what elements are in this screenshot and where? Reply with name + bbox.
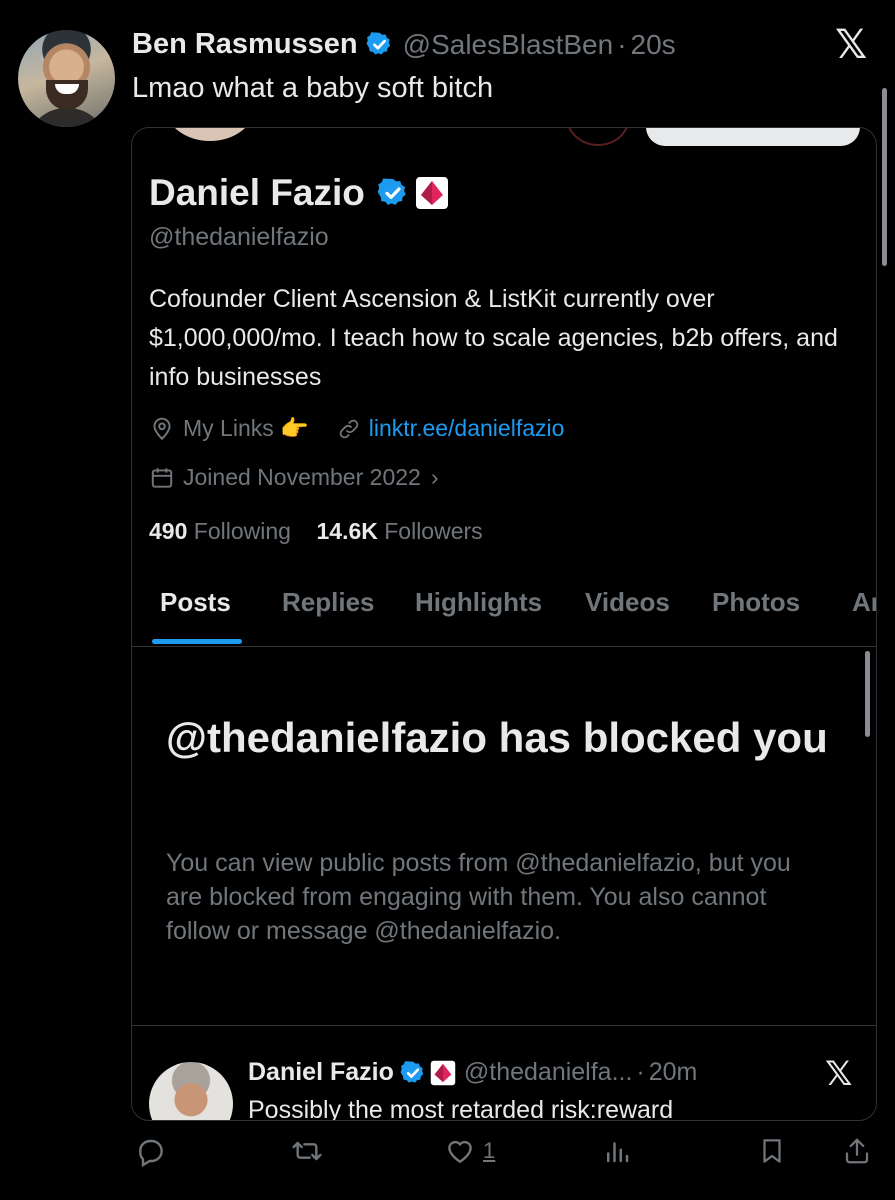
author-avatar[interactable] — [18, 30, 115, 127]
verified-badge-icon — [366, 32, 390, 55]
profile-action-circle — [566, 128, 630, 146]
page-scrollbar[interactable] — [882, 88, 887, 266]
location-icon — [153, 417, 171, 440]
tab-videos: Videos — [585, 587, 670, 617]
link-icon — [339, 419, 359, 438]
profile-joined-row: Joined November 2022 › — [149, 464, 439, 491]
following-count: 490 — [149, 518, 188, 544]
reply-icon — [139, 1139, 163, 1167]
following-label: Following — [193, 518, 291, 544]
blocked-title: @thedanielfazio has blocked you — [166, 714, 828, 761]
verified-badge-icon — [400, 1060, 424, 1083]
tabs-divider — [132, 646, 876, 647]
like-button[interactable]: 1 — [443, 1135, 495, 1167]
profile-avatar — [162, 128, 258, 144]
like-count: 1 — [483, 1138, 496, 1163]
repost-icon — [292, 1141, 322, 1161]
inner-post-separator: · — [636, 1058, 645, 1086]
heart-icon — [448, 1140, 472, 1164]
tab-articles: Ar — [852, 587, 876, 617]
tweet-header: Ben Rasmussen @SalesBlastBen · 20s — [132, 28, 676, 61]
follow-stats: 490 Following 14.6K Followers — [149, 518, 483, 545]
affiliate-badge-icon — [415, 177, 448, 209]
profile-tabs: Posts Replies Highlights Videos Photos A… — [132, 583, 876, 647]
x-logo-icon: 𝕏 — [825, 1054, 853, 1094]
blocked-message: You can view public posts from @thedanie… — [166, 849, 791, 945]
tab-replies: Replies — [282, 587, 375, 617]
x-logo-icon: 𝕏 — [835, 22, 868, 68]
profile-name-row: Daniel Fazio — [149, 172, 449, 214]
inner-post-name: Daniel Fazio — [248, 1058, 394, 1086]
profile-follow-button — [646, 128, 860, 146]
inner-post-time: 20m — [648, 1058, 698, 1086]
tab-highlights: Highlights — [415, 587, 543, 617]
tab-posts: Posts — [160, 587, 231, 617]
tweet-actions: 1 — [0, 1135, 895, 1185]
author-name[interactable]: Ben Rasmussen — [132, 28, 358, 61]
bookmark-button[interactable] — [757, 1135, 787, 1167]
views-icon — [607, 1142, 629, 1163]
inner-post-header: Daniel Fazio @thedanielfa... · 20m — [248, 1058, 697, 1087]
profile-handle: @thedanielfazio — [149, 223, 329, 251]
inner-post-text: Possibly the most retarded risk:reward — [248, 1096, 674, 1121]
post-divider — [132, 1025, 876, 1026]
repost-button[interactable] — [290, 1135, 324, 1167]
reply-button[interactable] — [135, 1135, 167, 1167]
followers-count: 14.6K — [316, 518, 378, 544]
verified-badge-icon — [377, 178, 406, 205]
tweet-text: Lmao what a baby soft bitch — [132, 72, 494, 104]
active-tab-indicator — [152, 639, 242, 644]
bookmark-icon — [763, 1139, 781, 1163]
chevron-right-icon: › — [430, 464, 439, 490]
joined-date: Joined November 2022 — [183, 464, 421, 490]
profile-link: linktr.ee/danielfazio — [368, 415, 565, 441]
share-button[interactable] — [842, 1135, 872, 1167]
links-label: My Links 👉 — [183, 415, 309, 441]
views-button[interactable] — [602, 1135, 632, 1167]
tab-photos: Photos — [712, 587, 801, 617]
tweet-timestamp[interactable]: 20s — [631, 29, 676, 61]
affiliate-badge-icon — [430, 1060, 456, 1085]
embedded-screenshot[interactable]: Daniel Fazio @thedanielfazio Cofounder C… — [131, 127, 877, 1121]
author-handle[interactable]: @SalesBlastBen — [403, 29, 614, 61]
share-icon — [845, 1138, 869, 1164]
profile-name: Daniel Fazio — [149, 172, 365, 213]
followers-label: Followers — [384, 518, 483, 544]
screenshot-scrollbar — [865, 651, 870, 737]
inner-post-avatar — [149, 1062, 233, 1120]
profile-links-row: My Links 👉 linktr.ee/danielfazio — [149, 415, 564, 442]
inner-post-handle: @thedanielfa... — [463, 1058, 633, 1086]
calendar-icon — [151, 467, 173, 488]
header-separator: · — [617, 28, 627, 60]
profile-bio: Cofounder Client Ascension & ListKit cur… — [149, 285, 838, 391]
